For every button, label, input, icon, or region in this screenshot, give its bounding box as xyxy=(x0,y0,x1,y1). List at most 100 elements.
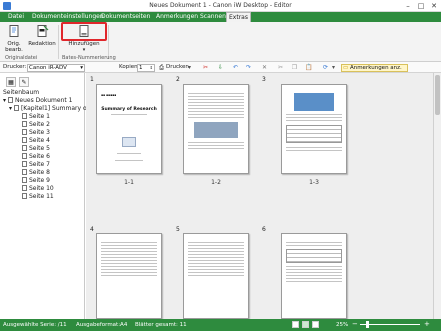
tree-page[interactable]: Seite 5 xyxy=(22,145,50,153)
redaction-icon xyxy=(37,25,49,37)
page-number: 5 xyxy=(176,226,180,233)
group-label-originals: Originaldatei xyxy=(5,55,38,61)
page-icon xyxy=(22,113,27,119)
zoom-in-button[interactable]: + xyxy=(424,320,430,328)
tab-datei[interactable]: Datei xyxy=(6,12,26,22)
tree-page[interactable]: Seite 7 xyxy=(22,161,50,169)
show-annotations-toggle[interactable]: ▭ Anmerkungen anz. xyxy=(341,63,408,72)
page-label: 1-1 xyxy=(124,179,134,186)
printer-select[interactable]: Canon iR-ADV ▾ xyxy=(27,63,85,72)
delete-icon[interactable]: ✕ xyxy=(261,64,268,71)
tree-chapter[interactable]: ▾ [Kapitel1] Summary of Re xyxy=(9,105,98,113)
dropdown-icon[interactable]: ▾ xyxy=(330,64,337,71)
tree-page[interactable]: Seite 9 xyxy=(22,177,50,185)
ribbon-separator xyxy=(58,25,59,59)
fit-view-icon[interactable] xyxy=(312,321,319,328)
tree-page[interactable]: Seite 10 xyxy=(22,185,54,193)
edit-original-button[interactable]: Orig. bearb. xyxy=(3,25,25,53)
page-thumbnail[interactable] xyxy=(183,233,249,319)
cut-icon[interactable]: ✂ xyxy=(277,64,284,71)
tree-page[interactable]: Seite 3 xyxy=(22,129,50,137)
zoom-slider[interactable] xyxy=(360,324,420,325)
page-number: 1 xyxy=(90,76,94,83)
page-tree-tab[interactable]: ▦ xyxy=(6,77,16,87)
ribbon-separator xyxy=(108,25,109,59)
undo-icon[interactable]: ↶ xyxy=(232,64,239,71)
copies-stepper[interactable]: 1 ⇕ xyxy=(137,63,155,72)
minimize-button[interactable]: – xyxy=(402,1,414,11)
redo-icon[interactable]: ↷ xyxy=(245,64,252,71)
import-icon[interactable]: ⇩ xyxy=(217,64,224,71)
page-icon xyxy=(22,145,27,151)
page-icon xyxy=(22,121,27,127)
tab-dokumenteinstellungen[interactable]: Dokumenteinstellungen xyxy=(30,12,106,22)
ribbon-tabs: Datei Dokumenteinstellungen Dokumentseit… xyxy=(0,12,441,22)
printer-icon[interactable]: ⎙ xyxy=(158,64,165,71)
collapse-icon: ▾ xyxy=(3,97,7,104)
document-icon xyxy=(7,97,13,103)
tree-page[interactable]: Seite 6 xyxy=(22,153,50,161)
toolbar: Drucker: Canon iR-ADV ▾ Kopien: 1 ⇕ ⎙ Druc… xyxy=(0,62,441,73)
copy-icon[interactable]: ❐ xyxy=(291,64,298,71)
tab-dokumentseiten[interactable]: Dokumentseiten xyxy=(99,12,152,22)
collapse-icon: ▾ xyxy=(9,105,13,112)
tree-page[interactable]: Seite 1 xyxy=(22,113,50,121)
zoom-out-button[interactable]: − xyxy=(352,320,358,328)
output-format-status: Ausgabeformat:A4 xyxy=(76,322,128,328)
note-icon: ▭ xyxy=(343,64,349,71)
page-thumbnail[interactable] xyxy=(281,233,347,319)
paste-icon[interactable]: 📋 xyxy=(305,64,312,71)
tree-page[interactable]: Seite 4 xyxy=(22,137,50,145)
printer-label: Drucker: xyxy=(3,64,27,70)
tree-page[interactable]: Seite 8 xyxy=(22,169,50,177)
page-icon xyxy=(22,185,27,191)
chapter-icon xyxy=(13,105,19,111)
scrollbar-thumb[interactable] xyxy=(435,75,440,115)
redaction-button[interactable]: Redaktion xyxy=(28,25,56,47)
tree-page[interactable]: Seite 2 xyxy=(22,121,50,129)
page-label: 1-3 xyxy=(309,179,319,186)
page-label: 1-2 xyxy=(211,179,221,186)
maximize-button[interactable]: □ xyxy=(415,1,427,11)
page-icon xyxy=(22,153,27,159)
sheet-count-status: Blätter gesamt: 11 xyxy=(135,322,187,328)
page-thumbnail[interactable] xyxy=(96,233,162,319)
rotate-icon[interactable]: ⟳ xyxy=(322,64,329,71)
tab-extras[interactable]: Extras xyxy=(226,12,251,22)
page-number: 4 xyxy=(90,226,94,233)
vertical-scrollbar[interactable] xyxy=(433,73,441,319)
sidebar-header: Seitenbaum xyxy=(3,89,40,96)
highlight-box xyxy=(61,22,107,41)
tree-root[interactable]: ▾ Neues Dokument 1 xyxy=(3,97,72,105)
page-thumbnail[interactable]: ▪▪ ▪▪▪▪▪ Summary of Research xyxy=(96,84,162,174)
page-number: 2 xyxy=(176,76,180,83)
tree-page[interactable]: Seite 11 xyxy=(22,193,54,201)
page-thumbnail[interactable] xyxy=(183,84,249,174)
page-icon xyxy=(22,129,27,135)
page-icon xyxy=(22,137,27,143)
page-number: 6 xyxy=(262,226,266,233)
page-thumbnail-area: 1 ▪▪ ▪▪▪▪▪ Summary of Research 1-1 2 1-2… xyxy=(86,73,433,319)
status-bar: Ausgewählte Serie: /11 Ausgabeformat:A4 … xyxy=(0,319,441,331)
zoom-slider-thumb[interactable] xyxy=(366,321,369,328)
dropdown-icon[interactable]: ▾ xyxy=(186,64,193,71)
sidebar: ▦ ✎ Seitenbaum ▾ Neues Dokument 1 ▾ [Kap… xyxy=(0,73,98,319)
page-icon xyxy=(22,169,27,175)
page-heading: Summary of Research xyxy=(101,107,157,112)
group-label-bates: Bates-Nummerierung xyxy=(62,55,116,61)
page-icon xyxy=(22,193,27,199)
tab-anmerkungen[interactable]: Anmerkungen xyxy=(154,12,200,22)
page-number: 3 xyxy=(262,76,266,83)
annotation-tab[interactable]: ✎ xyxy=(19,77,29,87)
tab-scannen[interactable]: Scannen xyxy=(198,12,228,22)
thumbnail-view-icon[interactable] xyxy=(302,321,309,328)
page-thumbnail[interactable] xyxy=(281,84,347,174)
close-button[interactable]: ✕ xyxy=(428,1,440,11)
cut-pages-icon[interactable]: ✂ xyxy=(202,64,209,71)
page-icon xyxy=(22,161,27,167)
document-edit-icon xyxy=(9,25,19,37)
window-title: Neues Dokument 1 - Canon iW Desktop - Ed… xyxy=(149,2,292,9)
page-icon xyxy=(22,177,27,183)
title-bar: Neues Dokument 1 - Canon iW Desktop - Ed… xyxy=(0,0,441,12)
single-view-icon[interactable] xyxy=(292,321,299,328)
